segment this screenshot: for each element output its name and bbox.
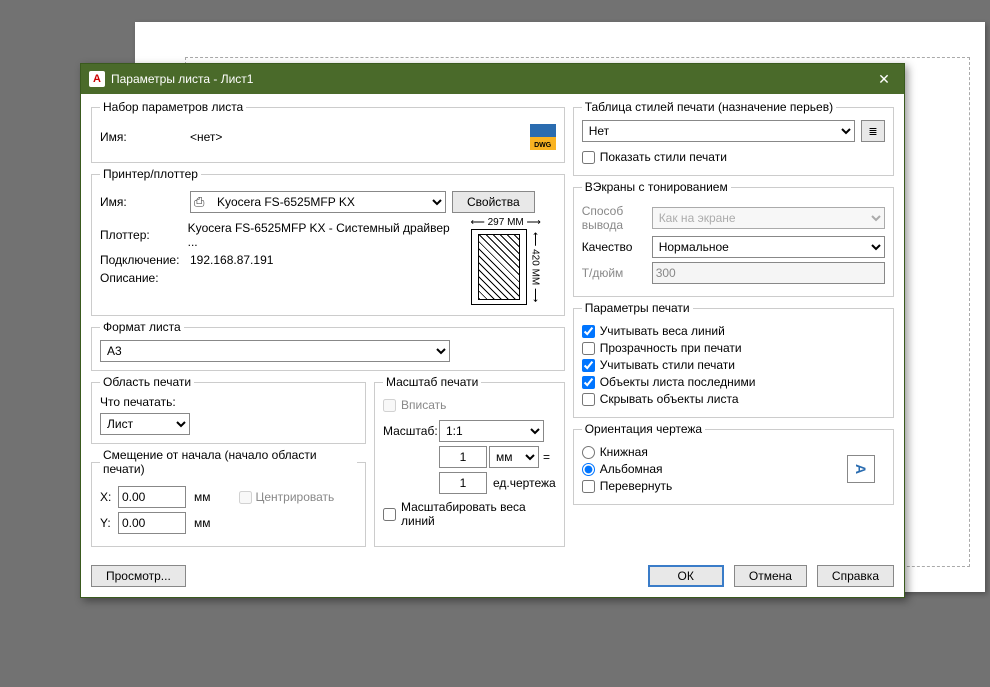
orientation-icon: A (847, 455, 875, 483)
fit-label: Вписать (401, 398, 446, 412)
plot-style-legend: Таблица стилей печати (назначение перьев… (582, 100, 836, 114)
orientation-group: Ориентация чертежа Книжная Альбомная Пер… (573, 422, 894, 505)
opt-lineweights-checkbox[interactable] (582, 325, 595, 338)
paper-preview-rect (471, 229, 527, 305)
orient-landscape-radio[interactable] (582, 463, 595, 476)
window-title: Параметры листа - Лист1 (111, 72, 864, 86)
scale-den-input[interactable] (439, 472, 487, 494)
opt-paperspace-last-label: Объекты листа последними (600, 375, 756, 389)
paper-preview: ⟵ 297 MM ⟶ ⟵ 420 MM ⟶ (456, 217, 556, 307)
paper-size-legend: Формат листа (100, 320, 184, 334)
connection-value: 192.168.87.191 (190, 253, 273, 267)
plotter-value: Kyocera FS-6525MFP KX - Системный драйве… (188, 221, 456, 249)
paper-size-select[interactable]: A3 (100, 340, 450, 362)
orientation-legend: Ориентация чертежа (582, 422, 705, 436)
offset-y-label: Y: (100, 516, 118, 530)
plotter-label: Плоттер: (100, 228, 188, 242)
page-setup-legend: Набор параметров листа (100, 100, 246, 114)
connection-label: Подключение: (100, 253, 190, 267)
scale-unit-select[interactable]: мм (489, 446, 539, 468)
opt-hide-checkbox[interactable] (582, 393, 595, 406)
cancel-button[interactable]: Отмена (734, 565, 807, 587)
plot-style-edit-button[interactable]: ≣ (861, 120, 885, 142)
titlebar: A Параметры листа - Лист1 ✕ (81, 64, 904, 94)
opt-paperspace-last-checkbox[interactable] (582, 376, 595, 389)
description-label: Описание: (100, 271, 190, 285)
dwg-icon (530, 124, 556, 150)
orient-landscape-label: Альбомная (600, 462, 663, 476)
app-icon: A (89, 71, 105, 87)
close-button[interactable]: ✕ (864, 64, 904, 94)
print-options-legend: Параметры печати (582, 301, 693, 315)
orient-upside-label: Перевернуть (600, 479, 673, 493)
printer-name-label: Имя: (100, 195, 190, 209)
page-setup-group: Набор параметров листа Имя: <нет> (91, 100, 565, 163)
offset-x-label: X: (100, 490, 118, 504)
plot-area-select[interactable]: Лист (100, 413, 190, 435)
print-options-group: Параметры печати Учитывать веса линий Пр… (573, 301, 894, 418)
plot-style-group: Таблица стилей печати (назначение перьев… (573, 100, 894, 176)
opt-lineweights-label: Учитывать веса линий (600, 324, 725, 338)
help-button[interactable]: Справка (817, 565, 894, 587)
plot-area-group: Область печати Что печатать: Лист (91, 375, 366, 444)
offset-group: Смещение от начала (начало области печат… (91, 448, 366, 547)
show-styles-checkbox[interactable] (582, 151, 595, 164)
offset-y-input[interactable] (118, 512, 186, 534)
ok-button[interactable]: ОК (648, 565, 724, 587)
preview-button[interactable]: Просмотр... (91, 565, 186, 587)
printer-legend: Принтер/плоттер (100, 167, 201, 181)
scale-lineweights-checkbox[interactable] (383, 508, 396, 521)
scale-select[interactable]: 1:1 (439, 420, 544, 442)
page-setup-name-label: Имя: (100, 130, 190, 144)
scale-group: Масштаб печати Вписать Масштаб: 1:1 мм = (374, 375, 565, 547)
printer-properties-button[interactable]: Свойства (452, 191, 535, 213)
shade-quality-label: Качество (582, 240, 652, 254)
dpi-label: Т/дюйм (582, 266, 652, 280)
opt-hide-label: Скрывать объекты листа (600, 392, 739, 406)
scale-lineweights-label: Масштабировать веса линий (401, 500, 556, 528)
shade-quality-select[interactable]: Нормальное (652, 236, 885, 258)
shaded-viewport-legend: ВЭкраны с тонированием (582, 180, 731, 194)
table-icon: ≣ (868, 125, 877, 138)
plot-style-select[interactable]: Нет (582, 120, 855, 142)
scale-label: Масштаб: (383, 424, 439, 438)
shade-method-label: Способ вывода (582, 204, 652, 232)
fit-checkbox (383, 399, 396, 412)
shade-method-select: Как на экране (652, 207, 885, 229)
show-styles-label: Показать стили печати (600, 150, 727, 164)
dpi-input (652, 262, 885, 284)
scale-legend: Масштаб печати (383, 375, 481, 389)
page-setup-dialog: A Параметры листа - Лист1 ✕ Набор параме… (80, 63, 905, 598)
paper-preview-height: 420 MM (530, 249, 541, 285)
shaded-viewport-group: ВЭкраны с тонированием Способ вывода Как… (573, 180, 894, 297)
paper-preview-width: 297 MM (488, 217, 524, 228)
scale-equals: = (543, 450, 550, 464)
offset-x-unit: мм (194, 490, 211, 504)
center-checkbox (239, 491, 252, 504)
opt-styles-checkbox[interactable] (582, 359, 595, 372)
plot-area-legend: Область печати (100, 375, 194, 389)
opt-styles-label: Учитывать стили печати (600, 358, 735, 372)
center-label: Центрировать (256, 490, 335, 504)
orient-portrait-radio[interactable] (582, 446, 595, 459)
orient-portrait-label: Книжная (600, 445, 648, 459)
printer-group: Принтер/плоттер Имя: Kyocera FS-6525MFP … (91, 167, 565, 316)
orient-upside-checkbox[interactable] (582, 480, 595, 493)
offset-legend: Смещение от начала (начало области печат… (100, 448, 357, 476)
offset-x-input[interactable] (118, 486, 186, 508)
printer-name-select[interactable]: Kyocera FS-6525MFP KX (190, 191, 446, 213)
paper-size-group: Формат листа A3 (91, 320, 565, 371)
scale-num-input[interactable] (439, 446, 487, 468)
opt-transparency-checkbox[interactable] (582, 342, 595, 355)
offset-y-unit: мм (194, 516, 211, 530)
plot-area-what-label: Что печатать: (100, 395, 357, 409)
page-setup-name-value: <нет> (190, 130, 222, 144)
opt-transparency-label: Прозрачность при печати (600, 341, 742, 355)
scale-den-unit: ед.чертежа (493, 476, 556, 490)
